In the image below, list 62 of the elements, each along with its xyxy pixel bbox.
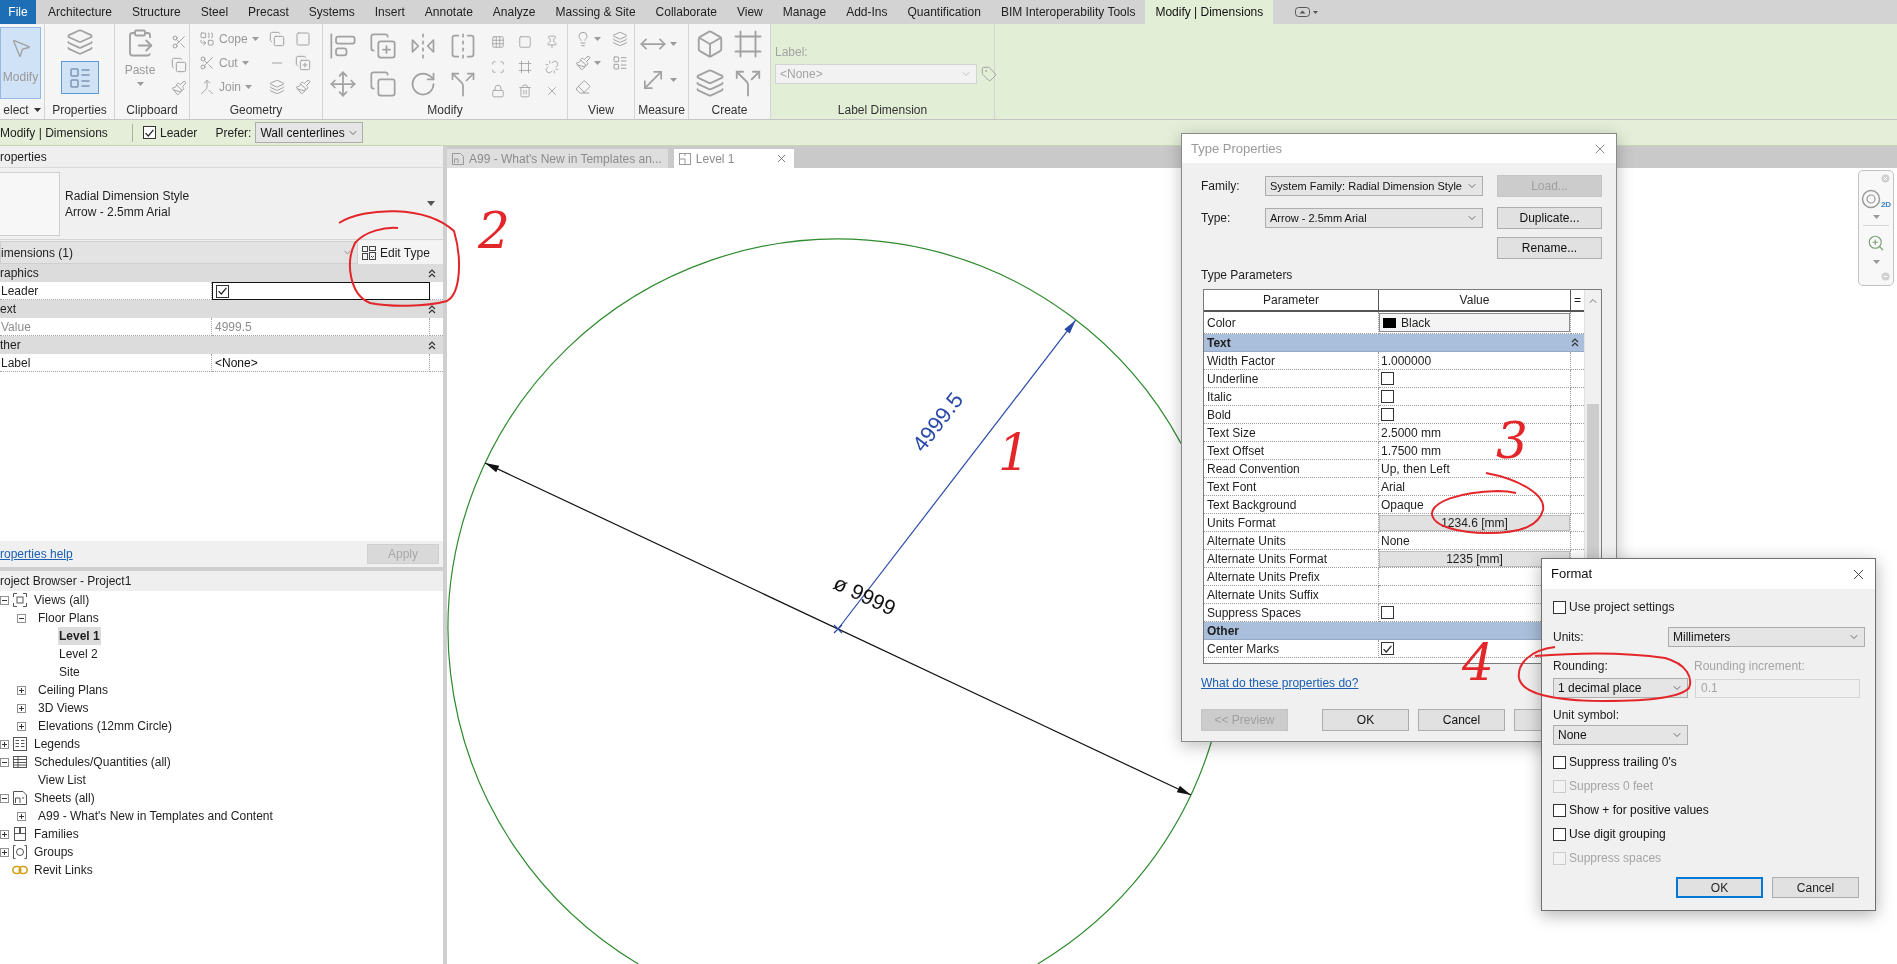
panel-title: roject Browser - Project1	[0, 573, 132, 590]
parameter-name: Italic	[1204, 388, 1379, 406]
column-header: =	[1573, 292, 1582, 309]
parameter-name: Text Offset	[1204, 442, 1379, 460]
panel-label: View	[588, 101, 614, 119]
handwritten-number: 2	[478, 206, 510, 256]
handwritten-number: 3	[1496, 416, 1528, 466]
parameter-name: Alternate Units Suffix	[1204, 586, 1379, 604]
parameter-value: 2.5000 mm	[1380, 425, 1442, 440]
parameter-name: Bold	[1204, 406, 1379, 424]
panel-label: Modify	[427, 101, 463, 119]
handwritten-number: 1	[998, 428, 1030, 478]
parameter-value: 1.000000	[1380, 353, 1432, 368]
parameter-name: Text Size	[1204, 424, 1379, 442]
dialog-title: Type Properties	[1191, 141, 1283, 156]
checkbox-label: Suppress trailing 0's	[1569, 755, 1677, 769]
parameter-name: Alternate Units	[1204, 532, 1379, 550]
parameter-name: Width Factor	[1204, 352, 1379, 370]
column-header: Parameter	[1204, 290, 1379, 310]
panel-label: Measure	[638, 101, 685, 119]
dimension-text: ø 9999	[830, 570, 900, 620]
type-name: Arrow - 2.5mm Arial	[65, 203, 172, 220]
panel-label: elect	[3, 101, 29, 119]
panel-label: Label Dimension	[837, 101, 928, 119]
context-label: Modify | Dimensions	[0, 124, 109, 142]
field-label: Rounding:	[1553, 659, 1609, 673]
column-header: Value	[1379, 290, 1571, 310]
parameter-name: Text Background	[1204, 496, 1379, 514]
checkbox-label: Suppress 0 feet	[1569, 779, 1654, 793]
checkbox-label: Show + for positive values	[1569, 803, 1709, 817]
property-value: <None>	[215, 354, 258, 372]
parameter-name: Center Marks	[1204, 640, 1379, 658]
parameter-value: Up, then Left	[1380, 461, 1450, 476]
parameter-value: Arial	[1380, 479, 1405, 494]
checkbox-label: Suppress spaces	[1569, 851, 1662, 865]
checkbox-label: Use digit grouping	[1569, 827, 1666, 841]
parameter-name: Read Convention	[1204, 460, 1379, 478]
field-label: Type:	[1201, 211, 1232, 225]
parameter-value: Opaque	[1380, 497, 1424, 512]
field-label: Label:	[775, 44, 809, 61]
field-label: Unit symbol:	[1553, 708, 1620, 722]
field-label: Prefer:	[215, 124, 252, 142]
wheel-label: 2D	[1880, 201, 1892, 209]
checkbox-label: Leader	[160, 124, 198, 142]
type-family-name: Radial Dimension Style	[65, 187, 190, 204]
property-value: 4999.5	[215, 318, 252, 336]
dialog-title: Format	[1551, 567, 1593, 581]
panel-title: roperties	[0, 148, 47, 166]
panel-label: Properties	[52, 101, 107, 119]
property-name: Label	[0, 354, 212, 372]
parameter-name: Alternate Units Prefix	[1204, 568, 1379, 586]
parameter-value: None	[1380, 533, 1410, 548]
field-label: Rounding increment:	[1694, 659, 1805, 673]
parameter-name: Text Font	[1204, 478, 1379, 496]
panel-label: Create	[711, 101, 748, 119]
parameter-value: 1.7500 mm	[1380, 443, 1442, 458]
field-label: Family:	[1201, 179, 1241, 193]
parameter-name: Underline	[1204, 370, 1379, 388]
section-label: Type Parameters	[1201, 268, 1293, 282]
panel-label: Geometry	[229, 101, 283, 119]
checkbox-label: Use project settings	[1569, 600, 1675, 614]
panel-label: Clipboard	[126, 101, 178, 119]
